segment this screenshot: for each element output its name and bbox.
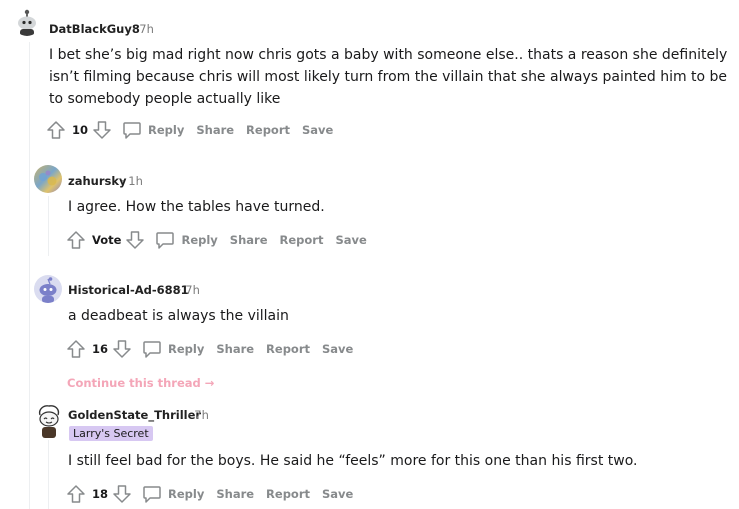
share-button[interactable]: Share xyxy=(216,342,254,356)
continue-thread-label: Continue this thread xyxy=(67,376,201,390)
share-button[interactable]: Share xyxy=(230,233,268,247)
reply-button[interactable]: Reply xyxy=(181,233,217,247)
report-button[interactable]: Report xyxy=(266,342,310,356)
comment-bubble-icon[interactable] xyxy=(122,120,142,140)
share-button[interactable]: Share xyxy=(216,487,254,501)
downvote-icon[interactable] xyxy=(112,339,132,359)
save-button[interactable]: Save xyxy=(322,342,353,356)
comment-username[interactable]: Historical-Ad-6881 xyxy=(68,283,189,297)
downvote-icon[interactable] xyxy=(112,484,132,504)
upvote-icon[interactable] xyxy=(46,120,66,140)
avatar[interactable] xyxy=(34,403,64,439)
thread-line-reply-3 xyxy=(48,440,49,509)
reply-button[interactable]: Reply xyxy=(148,123,184,137)
snoo-avatar-icon xyxy=(39,277,57,303)
downvote-icon[interactable] xyxy=(125,230,145,250)
comment-body: I still feel bad for the boys. He said h… xyxy=(68,453,638,469)
comment-actions: Vote Reply Share Report Save xyxy=(66,229,379,251)
comment-body: a deadbeat is always the villain xyxy=(68,308,289,324)
save-button[interactable]: Save xyxy=(335,233,366,247)
avatar[interactable] xyxy=(34,165,62,193)
share-button[interactable]: Share xyxy=(196,123,234,137)
comment-timestamp[interactable]: · 7h xyxy=(187,408,209,422)
reply-button[interactable]: Reply xyxy=(168,342,204,356)
thread-line-reply-1 xyxy=(48,196,49,256)
snoo-avatar-icon xyxy=(38,405,60,438)
thread-line-main xyxy=(29,42,30,509)
vote-count: 18 xyxy=(92,487,109,501)
downvote-icon[interactable] xyxy=(92,120,112,140)
comment-actions: 18 Reply Share Report Save xyxy=(66,483,365,505)
comment-body: I agree. How the tables have turned. xyxy=(68,199,325,215)
save-button[interactable]: Save xyxy=(302,123,333,137)
report-button[interactable]: Report xyxy=(246,123,290,137)
report-button[interactable]: Report xyxy=(266,487,310,501)
comment-bubble-icon[interactable] xyxy=(142,484,162,504)
comment-bubble-icon[interactable] xyxy=(155,230,175,250)
comment-timestamp[interactable]: · 7h xyxy=(132,22,154,36)
upvote-icon[interactable] xyxy=(66,230,86,250)
comment-username[interactable]: DatBlackGuy8 xyxy=(49,22,140,36)
vote-count: 10 xyxy=(72,123,89,137)
comment-timestamp[interactable]: · 7h xyxy=(178,283,200,297)
avatar[interactable] xyxy=(34,275,62,303)
user-flair-badge: Larry's Secret xyxy=(69,426,153,441)
reply-button[interactable]: Reply xyxy=(168,487,204,501)
vote-count: Vote xyxy=(92,233,122,247)
snoo-avatar-icon xyxy=(18,9,36,36)
avatar[interactable] xyxy=(13,8,41,36)
upvote-icon[interactable] xyxy=(66,484,86,504)
comment-username[interactable]: zahursky xyxy=(68,174,127,188)
report-button[interactable]: Report xyxy=(280,233,324,247)
comment-bubble-icon[interactable] xyxy=(142,339,162,359)
vote-count: 16 xyxy=(92,342,109,356)
comment-timestamp[interactable]: · 1h xyxy=(121,174,143,188)
continue-thread-link[interactable]: Continue this thread → xyxy=(67,376,214,390)
comment-body: I bet she’s big mad right now chris gots… xyxy=(49,47,728,107)
comment-actions: 16 Reply Share Report Save xyxy=(66,338,365,360)
save-button[interactable]: Save xyxy=(322,487,353,501)
arrow-right-icon: → xyxy=(204,376,215,390)
custom-avatar-icon xyxy=(39,170,57,186)
upvote-icon[interactable] xyxy=(66,339,86,359)
comment-username[interactable]: GoldenState_Thriller xyxy=(68,408,201,422)
comment-actions: 10 Reply Share Report Save xyxy=(46,119,345,141)
